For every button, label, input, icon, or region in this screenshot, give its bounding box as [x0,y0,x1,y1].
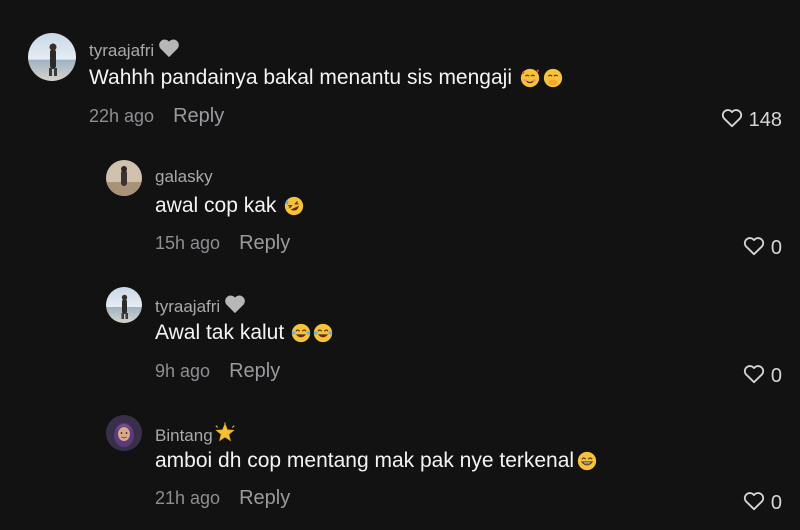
comment-username-row: tyraajafri [155,294,246,319]
comment-meta: 22h ago Reply [89,105,224,128]
comment-username[interactable]: galasky [155,167,213,187]
comment-text: amboi dh cop mentang mak pak nye terkena… [155,449,575,472]
reply-button[interactable]: Reply [239,487,290,510]
avatar[interactable] [106,160,142,196]
face-with-tears-of-joy-icon [312,322,334,344]
rolling-on-floor-laughing-icon [283,195,305,217]
heart-outline-icon [743,364,765,389]
comment-timestamp: 15h ago [155,233,221,253]
comment-username[interactable]: Bintang [155,426,213,446]
avatar[interactable] [106,415,142,451]
comment-username-row: Bintang [155,422,236,449]
heart-outline-icon [743,236,765,261]
like-button[interactable]: 148 [721,108,782,133]
gray-heart-icon [158,38,180,63]
like-button[interactable]: 0 [743,364,782,389]
like-button[interactable]: 0 [743,236,782,261]
comment-meta: 9h ago Reply [155,360,280,383]
comment-thread: tyraajafri Wahhh pandainya bakal menantu… [0,0,800,530]
like-count: 0 [770,365,782,387]
comment-timestamp: 21h ago [155,488,221,508]
beaming-face-with-smiling-eyes-icon [576,450,598,472]
heart-outline-icon [743,491,765,516]
smiling-face-with-hearts-icon [519,67,541,89]
glowing-star-icon [214,422,236,449]
comment-username-row: galasky [155,167,213,187]
avatar[interactable] [28,33,76,81]
comment-username-row: tyraajafri [89,38,180,63]
comment-text: awal cop kak [155,194,277,217]
like-count: 0 [770,237,782,259]
heart-outline-icon [721,108,743,133]
reply-button[interactable]: Reply [229,360,280,383]
like-count: 148 [748,109,782,131]
comment-timestamp: 9h ago [155,361,211,381]
like-count: 0 [770,492,782,514]
face-with-hand-over-mouth-icon [542,67,564,89]
comment-meta: 15h ago Reply [155,232,290,255]
comment-username[interactable]: tyraajafri [89,41,154,61]
comment-body: awal cop kak [155,194,305,218]
comment-timestamp: 22h ago [89,106,155,126]
avatar[interactable] [106,287,142,323]
comment-text: Wahhh pandainya bakal menantu sis mengaj… [89,66,512,89]
like-button[interactable]: 0 [743,491,782,516]
face-with-tears-of-joy-icon [290,322,312,344]
comment-body: Awal tak kalut [155,321,334,345]
reply-button[interactable]: Reply [239,232,290,255]
comment-body: Wahhh pandainya bakal menantu sis mengaj… [89,66,564,90]
comment-username[interactable]: tyraajafri [155,297,220,317]
gray-heart-icon [224,294,246,319]
comment-body: amboi dh cop mentang mak pak nye terkena… [155,449,598,473]
comment-text: Awal tak kalut [155,321,285,344]
comment-meta: 21h ago Reply [155,487,290,510]
reply-button[interactable]: Reply [173,105,224,128]
